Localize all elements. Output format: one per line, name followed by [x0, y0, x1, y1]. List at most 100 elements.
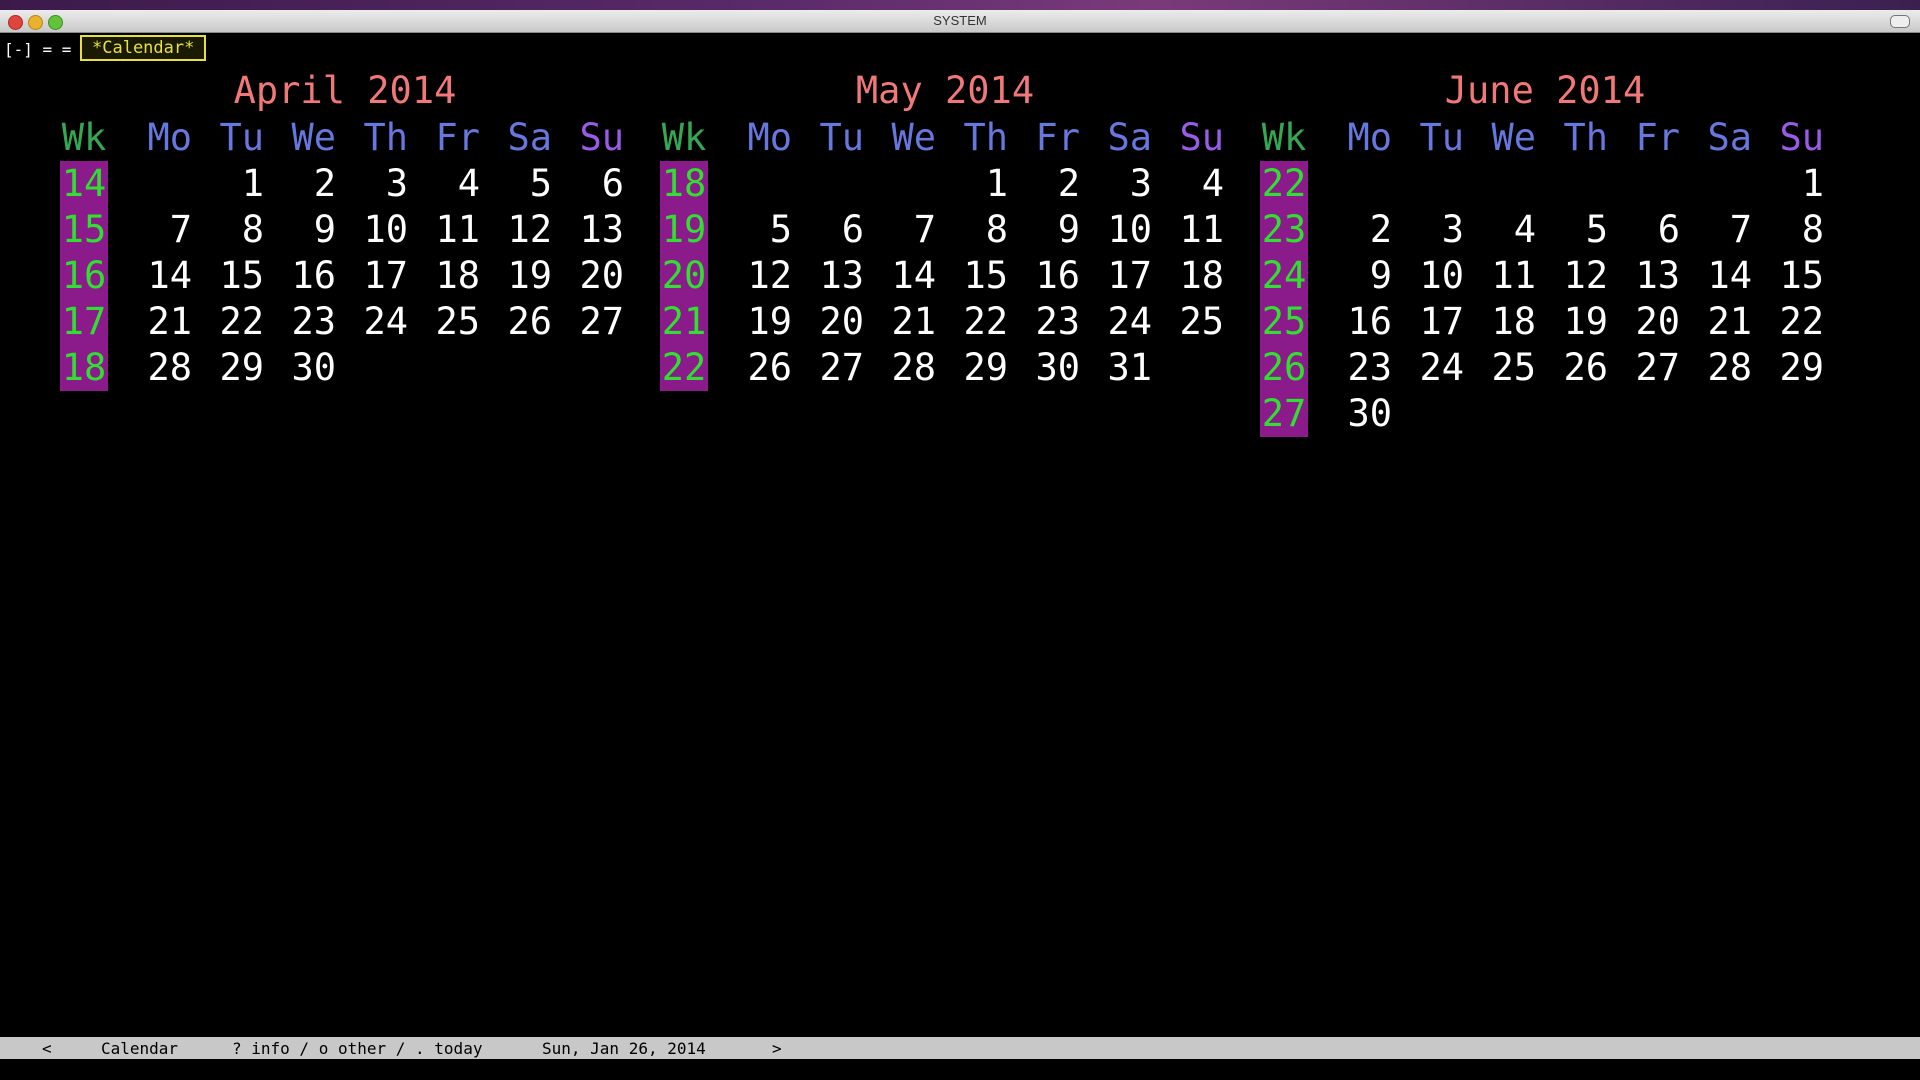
day-cell[interactable]: 7 — [864, 207, 936, 253]
day-cell[interactable]: 22 — [192, 299, 264, 345]
day-cell[interactable]: 7 — [1680, 207, 1752, 253]
day-cell[interactable]: 9 — [1320, 253, 1392, 299]
day-cell[interactable]: 16 — [1320, 299, 1392, 345]
day-cell[interactable]: 5 — [480, 161, 552, 207]
day-cell[interactable]: 4 — [1152, 161, 1224, 207]
day-cell[interactable]: 22 — [1752, 299, 1824, 345]
day-cell[interactable]: 13 — [1608, 253, 1680, 299]
day-cell[interactable]: 20 — [792, 299, 864, 345]
day-cell[interactable]: 21 — [120, 299, 192, 345]
day-cell[interactable]: 3 — [1080, 161, 1152, 207]
day-cell[interactable]: 9 — [1008, 207, 1080, 253]
day-cell[interactable]: 11 — [1152, 207, 1224, 253]
day-header: Th — [963, 116, 1008, 159]
day-cell[interactable]: 10 — [1392, 253, 1464, 299]
day-cell[interactable]: 8 — [936, 207, 1008, 253]
day-cell[interactable]: 24 — [1392, 345, 1464, 391]
day-cell[interactable]: 30 — [264, 345, 336, 391]
day-cell[interactable]: 25 — [408, 299, 480, 345]
day-cell[interactable]: 2 — [1008, 161, 1080, 207]
day-cell[interactable]: 19 — [480, 253, 552, 299]
day-cell[interactable]: 4 — [1464, 207, 1536, 253]
day-header: Su — [1779, 116, 1824, 159]
day-cell[interactable]: 30 — [1008, 345, 1080, 391]
day-cell[interactable]: 25 — [1152, 299, 1224, 345]
day-cell[interactable]: 10 — [336, 207, 408, 253]
day-cell[interactable]: 22 — [936, 299, 1008, 345]
day-cell[interactable]: 27 — [1608, 345, 1680, 391]
day-cell[interactable]: 9 — [264, 207, 336, 253]
day-cell[interactable]: 18 — [1464, 299, 1536, 345]
day-cell[interactable]: 30 — [1320, 391, 1392, 437]
day-cell[interactable]: 12 — [720, 253, 792, 299]
day-cell[interactable]: 10 — [1080, 207, 1152, 253]
day-cell[interactable]: 15 — [192, 253, 264, 299]
day-cell[interactable]: 29 — [192, 345, 264, 391]
day-cell[interactable]: 17 — [1080, 253, 1152, 299]
day-cell[interactable]: 24 — [336, 299, 408, 345]
day-cell[interactable]: 18 — [1152, 253, 1224, 299]
day-cell[interactable]: 11 — [408, 207, 480, 253]
day-cell[interactable]: 1 — [192, 161, 264, 207]
next-month-button[interactable]: > — [772, 1039, 782, 1058]
day-cell[interactable]: 5 — [720, 207, 792, 253]
day-cell[interactable]: 2 — [264, 161, 336, 207]
day-cell[interactable]: 6 — [792, 207, 864, 253]
day-cell[interactable]: 16 — [1008, 253, 1080, 299]
day-cell[interactable]: 26 — [480, 299, 552, 345]
day-cell[interactable]: 3 — [1392, 207, 1464, 253]
day-cell[interactable]: 12 — [480, 207, 552, 253]
day-cell[interactable]: 14 — [1680, 253, 1752, 299]
day-cell[interactable]: 17 — [1392, 299, 1464, 345]
day-cell[interactable]: 23 — [1008, 299, 1080, 345]
day-cell[interactable]: 5 — [1536, 207, 1608, 253]
day-cell[interactable]: 24 — [1080, 299, 1152, 345]
day-cell[interactable]: 26 — [720, 345, 792, 391]
day-cell[interactable]: 6 — [1608, 207, 1680, 253]
day-cell[interactable]: 1 — [1752, 161, 1824, 207]
week-number: 20 — [660, 253, 708, 299]
day-cell[interactable]: 21 — [864, 299, 936, 345]
day-cell[interactable]: 18 — [408, 253, 480, 299]
day-cell[interactable]: 25 — [1464, 345, 1536, 391]
prev-month-button[interactable]: < — [42, 1039, 52, 1058]
day-cell[interactable]: 14 — [864, 253, 936, 299]
tab-bar-prefix[interactable]: [-] = = — [4, 40, 71, 59]
day-cell[interactable]: 28 — [864, 345, 936, 391]
day-cell[interactable]: 13 — [792, 253, 864, 299]
day-cell[interactable]: 26 — [1536, 345, 1608, 391]
day-cell[interactable]: 27 — [792, 345, 864, 391]
week-number: 25 — [1260, 299, 1308, 345]
day-cell[interactable]: 15 — [1752, 253, 1824, 299]
day-cell[interactable]: 31 — [1080, 345, 1152, 391]
day-cell[interactable]: 19 — [1536, 299, 1608, 345]
day-cell[interactable]: 23 — [264, 299, 336, 345]
day-cell[interactable]: 8 — [1752, 207, 1824, 253]
day-cell[interactable]: 27 — [552, 299, 624, 345]
day-cell[interactable]: 6 — [552, 161, 624, 207]
day-cell[interactable]: 29 — [1752, 345, 1824, 391]
day-cell[interactable]: 2 — [1320, 207, 1392, 253]
day-cell[interactable]: 14 — [120, 253, 192, 299]
day-cell[interactable]: 16 — [264, 253, 336, 299]
day-cell[interactable]: 28 — [1680, 345, 1752, 391]
day-cell[interactable]: 1 — [936, 161, 1008, 207]
day-cell[interactable]: 19 — [720, 299, 792, 345]
day-cell[interactable]: 8 — [192, 207, 264, 253]
day-cell[interactable]: 7 — [120, 207, 192, 253]
day-cell[interactable]: 11 — [1464, 253, 1536, 299]
day-cell[interactable]: 3 — [336, 161, 408, 207]
tab-calendar[interactable]: *Calendar* — [80, 35, 207, 61]
day-cell[interactable]: 28 — [120, 345, 192, 391]
day-cell[interactable]: 21 — [1680, 299, 1752, 345]
day-cell[interactable]: 4 — [408, 161, 480, 207]
day-cell[interactable]: 29 — [936, 345, 1008, 391]
day-cell[interactable]: 20 — [552, 253, 624, 299]
day-cell[interactable]: 20 — [1608, 299, 1680, 345]
toolbar-toggle-icon[interactable] — [1890, 15, 1910, 28]
day-cell[interactable]: 12 — [1536, 253, 1608, 299]
day-cell[interactable]: 13 — [552, 207, 624, 253]
day-cell[interactable]: 23 — [1320, 345, 1392, 391]
day-cell[interactable]: 17 — [336, 253, 408, 299]
day-cell[interactable]: 15 — [936, 253, 1008, 299]
